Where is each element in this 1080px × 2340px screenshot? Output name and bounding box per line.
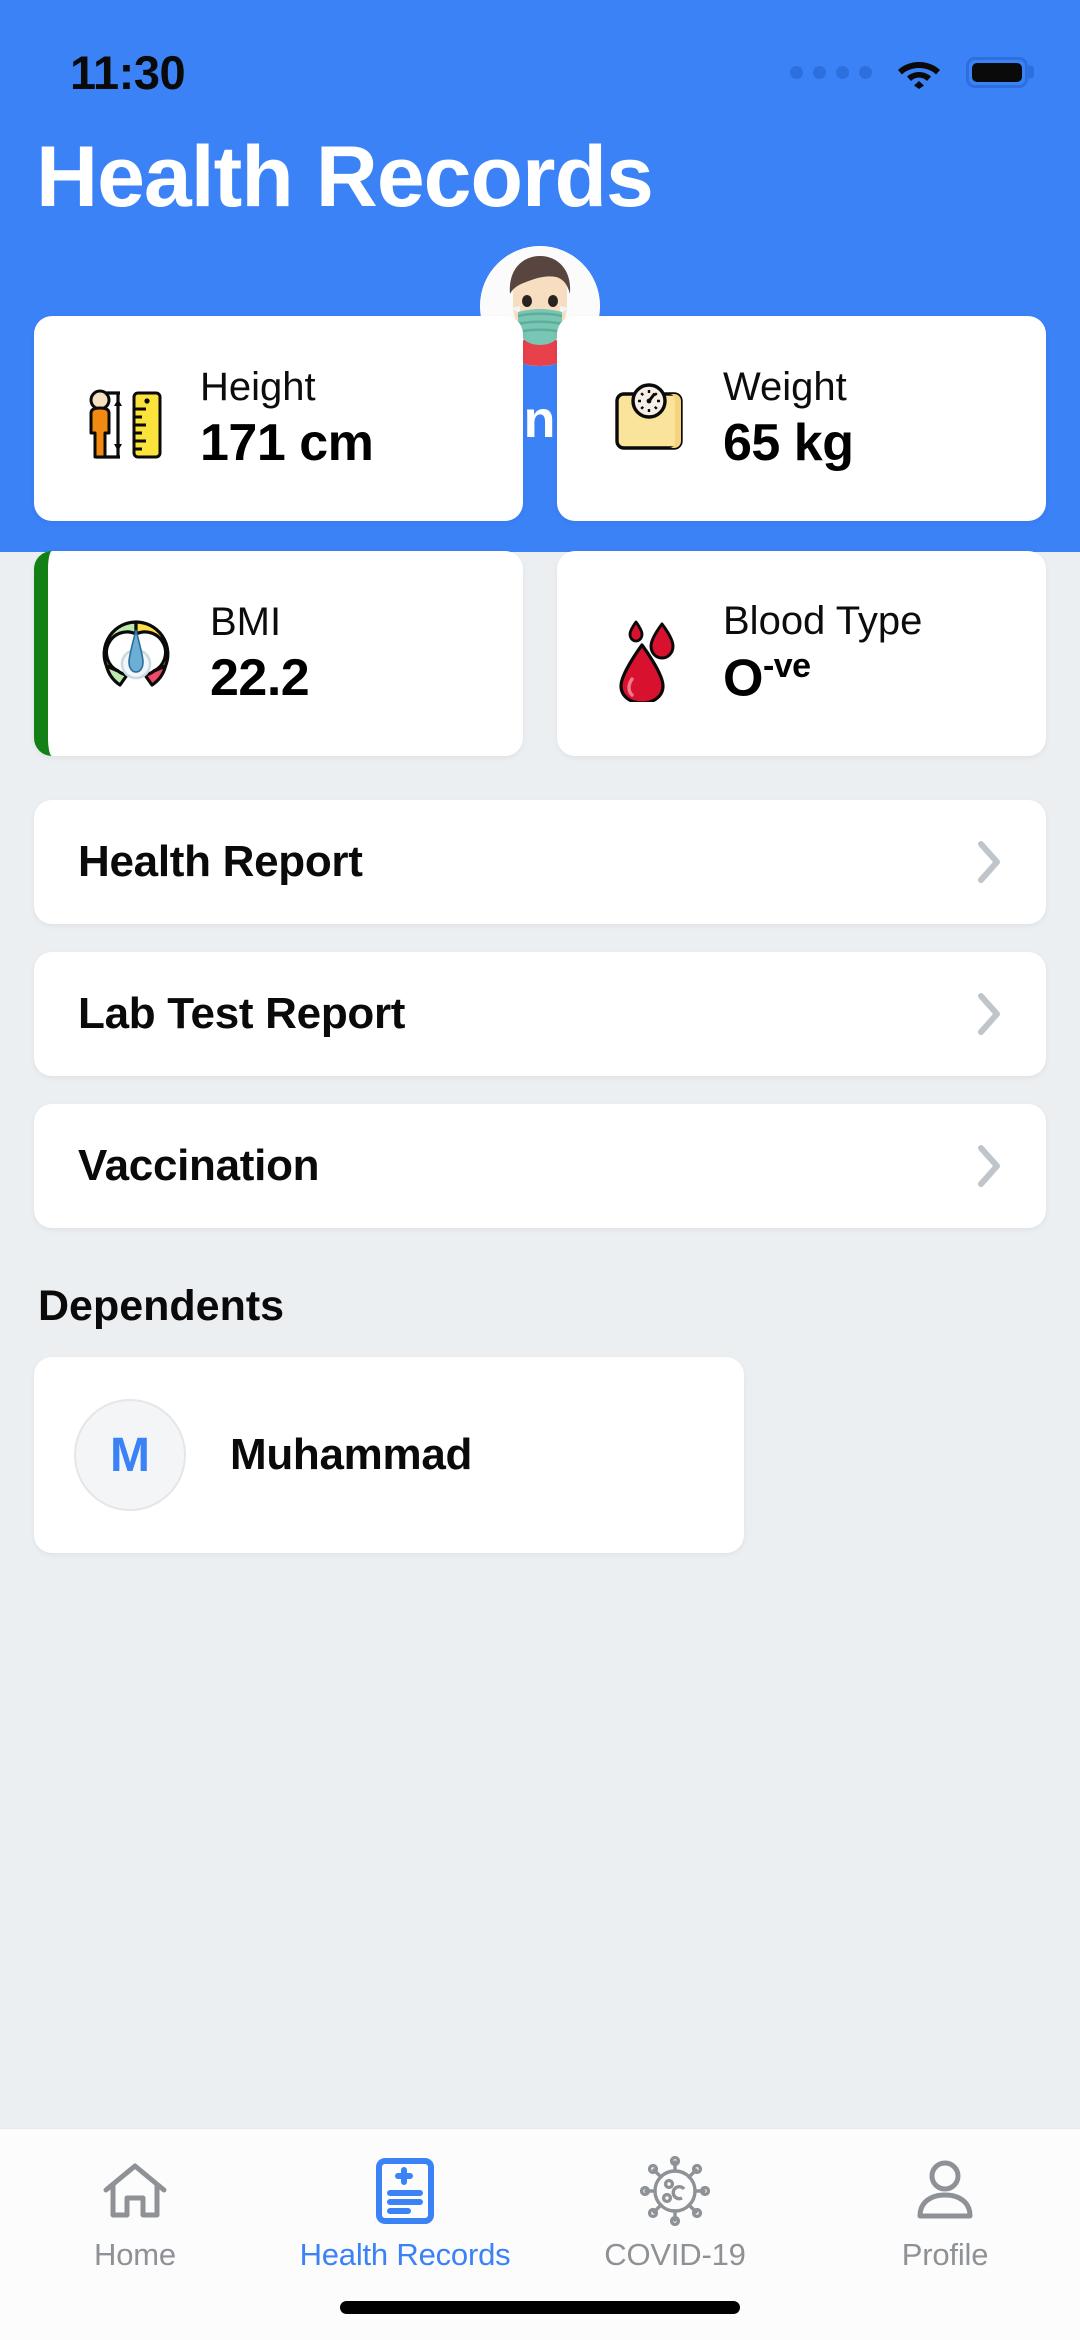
stat-label: Blood Type bbox=[723, 599, 923, 644]
stat-label: Weight bbox=[723, 364, 847, 409]
stat-value: 65 kg bbox=[723, 413, 854, 472]
stat-card-height[interactable]: Height 171 cm bbox=[34, 316, 523, 521]
stat-card-weight[interactable]: Weight 65 kg bbox=[557, 316, 1046, 521]
health-records-icon bbox=[369, 2155, 441, 2227]
stat-label: BMI bbox=[210, 599, 282, 644]
stat-text: Blood Type O-ve bbox=[723, 596, 922, 711]
dependents-section-title: Dependents bbox=[38, 1282, 285, 1330]
stat-value: O-ve bbox=[723, 646, 922, 711]
status-bar: 11:30 bbox=[0, 0, 1080, 110]
tab-label: COVID-19 bbox=[604, 2237, 746, 2272]
status-bar-indicators bbox=[790, 55, 1028, 89]
stat-text: Weight 65 kg bbox=[723, 362, 854, 475]
main-content: Height 171 cm Weight 65 kg BMI 22.2 Bloo… bbox=[0, 316, 1080, 2128]
bmi-gauge-icon bbox=[80, 598, 192, 710]
tab-label: Health Records bbox=[299, 2237, 511, 2272]
tab-covid-19[interactable]: COVID-19 bbox=[540, 2155, 810, 2273]
menu-row-vaccination[interactable]: Vaccination bbox=[34, 1104, 1046, 1228]
stat-card-blood-type[interactable]: Blood Type O-ve bbox=[557, 551, 1046, 756]
avatar: M bbox=[74, 1399, 186, 1511]
blood-drop-icon bbox=[593, 598, 705, 710]
app-screen: 11:30 Health Records Aizuddin Ahmad Heig… bbox=[0, 0, 1080, 2340]
menu-row-health-report[interactable]: Health Report bbox=[34, 800, 1046, 924]
menu-list: Health Report Lab Test Report Vaccinatio… bbox=[34, 800, 1046, 1228]
person-icon bbox=[909, 2155, 981, 2227]
blood-type-rh: -ve bbox=[762, 647, 811, 686]
dependent-name: Muhammad bbox=[230, 1430, 473, 1479]
stat-text: Height 171 cm bbox=[200, 362, 374, 475]
stat-card-bmi[interactable]: BMI 22.2 bbox=[34, 551, 523, 756]
menu-row-label: Health Report bbox=[78, 837, 363, 886]
chevron-right-icon bbox=[976, 1144, 1002, 1188]
stat-value: 171 cm bbox=[200, 413, 374, 472]
tab-label: Home bbox=[94, 2237, 176, 2272]
tab-health-records[interactable]: Health Records bbox=[270, 2155, 540, 2273]
signal-dots-icon bbox=[790, 65, 872, 79]
menu-row-label: Lab Test Report bbox=[78, 989, 406, 1038]
stat-text: BMI 22.2 bbox=[210, 597, 310, 710]
height-ruler-icon bbox=[70, 363, 182, 475]
battery-full-icon bbox=[966, 56, 1028, 88]
menu-row-label: Vaccination bbox=[78, 1141, 320, 1190]
menu-row-lab-test-report[interactable]: Lab Test Report bbox=[34, 952, 1046, 1076]
stats-grid: Height 171 cm Weight 65 kg BMI 22.2 Bloo… bbox=[34, 316, 1046, 756]
stat-value: 22.2 bbox=[210, 648, 310, 707]
stat-label: Height bbox=[200, 364, 316, 409]
virus-icon bbox=[639, 2155, 711, 2227]
dependent-card[interactable]: M Muhammad bbox=[34, 1357, 744, 1553]
home-indicator[interactable] bbox=[340, 2301, 740, 2314]
wifi-icon bbox=[896, 55, 942, 89]
chevron-right-icon bbox=[976, 992, 1002, 1036]
page-title: Health Records bbox=[36, 129, 654, 225]
tab-label: Profile bbox=[901, 2237, 989, 2272]
blood-type-letter: O bbox=[723, 649, 763, 708]
chevron-right-icon bbox=[976, 840, 1002, 884]
status-bar-clock: 11:30 bbox=[70, 45, 186, 99]
tab-home[interactable]: Home bbox=[0, 2155, 270, 2273]
tab-profile[interactable]: Profile bbox=[810, 2155, 1080, 2273]
home-icon bbox=[99, 2155, 171, 2227]
weight-scale-icon bbox=[593, 363, 705, 475]
